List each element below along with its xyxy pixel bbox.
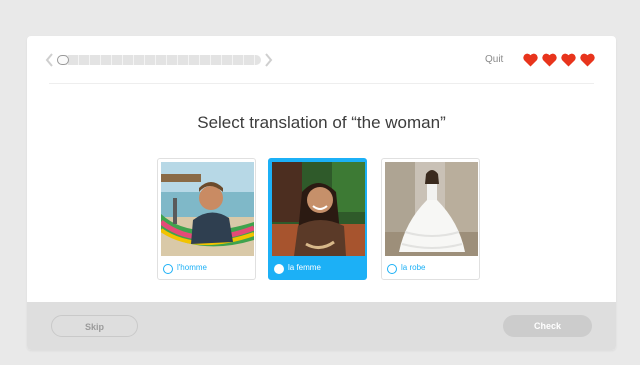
header-divider [49, 83, 594, 84]
chevron-left-icon [45, 53, 53, 67]
progress-indicator [45, 52, 275, 68]
progress-fill [57, 55, 69, 65]
radio-button[interactable] [163, 264, 173, 274]
quit-link[interactable]: Quit [485, 54, 503, 65]
prompt-title: Select translation of “the woman” [197, 113, 446, 132]
lesson-header: Quit [27, 36, 616, 84]
smiling-woman-photo [272, 162, 365, 256]
heart-icon [561, 53, 576, 67]
chevron-right-icon [265, 53, 273, 67]
white-dress-photo [385, 162, 478, 256]
choice-card-lhomme[interactable]: l'homme [157, 158, 256, 280]
lesson-footer: Skip Check [27, 302, 616, 350]
check-button[interactable]: Check [503, 315, 592, 337]
choice-list: l'homme la femme la robe [157, 158, 487, 280]
hearts [523, 53, 595, 67]
man-in-hammock-photo [161, 162, 254, 256]
radio-button[interactable] [387, 264, 397, 274]
progress-bar [57, 55, 261, 65]
heart-icon [542, 53, 557, 67]
choice-label: l'homme [177, 263, 207, 272]
choice-label: la robe [401, 263, 426, 272]
skip-button[interactable]: Skip [51, 315, 138, 337]
choice-card-la-femme[interactable]: la femme [268, 158, 367, 280]
choice-label: la femme [288, 263, 321, 272]
heart-icon [580, 53, 595, 67]
heart-icon [523, 53, 538, 67]
radio-button[interactable] [274, 264, 284, 274]
lesson-card: Quit Select translation of “the woman” l… [27, 36, 616, 350]
choice-card-la-robe[interactable]: la robe [381, 158, 480, 280]
